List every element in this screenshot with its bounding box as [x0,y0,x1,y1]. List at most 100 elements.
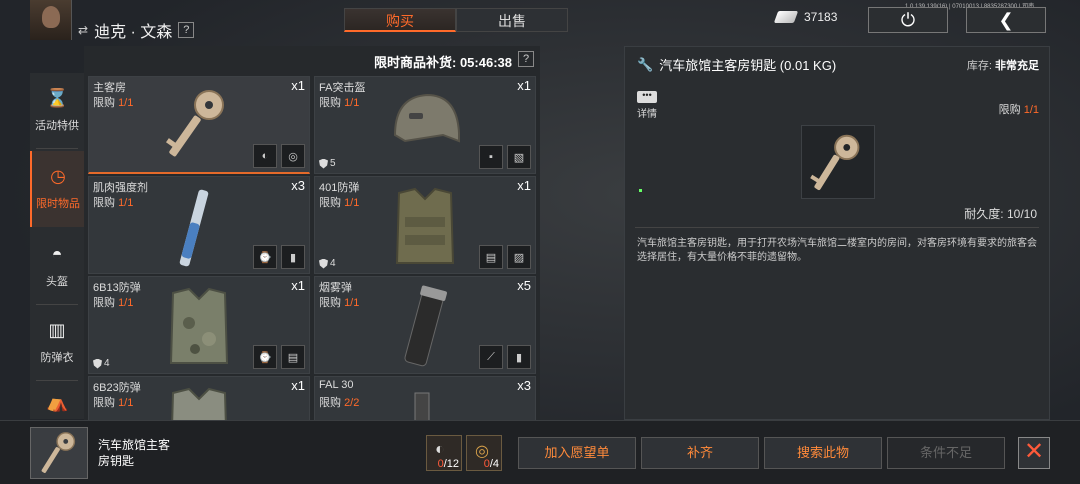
help-icon[interactable]: ? [518,51,534,67]
material-slots: ▪ ▧ [479,145,531,169]
item-qty: x1 [291,378,305,393]
requirement-slot[interactable]: ◎ 0/4 [466,435,502,471]
vest-image [395,187,455,264]
item-qty: x1 [517,78,531,93]
close-icon: ✕ [1023,438,1045,465]
item-qty: x1 [291,78,305,93]
magazine-image [414,392,430,420]
stock-status: 库存: 非常充足 [966,60,1039,72]
item-name: 401防弹 [319,182,360,194]
player-avatar[interactable] [30,0,72,40]
help-icon[interactable]: ? [178,22,195,38]
close-button[interactable]: ✕ [1018,437,1050,469]
item-limit: 限购 1/1 [93,397,134,409]
item-card[interactable]: 6B23防弹 限购 1/1 x1 [88,376,310,420]
durability: 耐久度: 10/10 [964,207,1037,221]
selected-item-name: 汽车旅馆主客房钥匙 [98,438,171,468]
sidebar-item-more[interactable]: ⛺ [30,383,84,419]
add-to-wishlist-button[interactable]: 加入愿望单 [518,437,636,469]
item-card[interactable]: 6B13防弹 限购 1/1 x1 4 ⌚ ▤ [88,276,310,374]
material-icon: ◎ [281,144,305,168]
item-card[interactable]: 主客房 限购 1/1 x1 ◐ ◎ [88,76,310,174]
material-icon: ▧ [507,145,531,169]
tab-sell[interactable]: 出售 [456,8,568,32]
power-button[interactable]: ⏻ [868,7,948,33]
armor-level: 5 [319,158,336,169]
chevron-left-icon: ❮ [998,9,1014,30]
item-name: 烟雾弹 [319,282,352,294]
player-name-row: ⇄ 迪克 · 文森 ? [78,18,195,42]
item-limit: 限购 1/1 [93,97,134,109]
item-qty: x1 [517,178,531,193]
sidebar-item-helmet[interactable]: ◓ 头盔 [30,229,84,305]
item-card[interactable]: 肌肉强度剂 限购 1/1 x3 ⌚ ▮ [88,176,310,274]
material-icon: ◐ [435,441,445,458]
backpack-icon: ⛺ [46,392,69,412]
armor-level: 4 [319,258,336,269]
sidebar-item-limited[interactable]: ◷ 限时物品 [30,151,84,227]
info-button[interactable]: ••• 详情 [637,91,657,120]
clock-icon: ◷ [50,166,66,186]
material-icon: ▨ [507,245,531,269]
key-image [165,90,224,157]
item-detail-panel: 🔧 汽车旅馆主客房钥匙 (0.01 KG) 库存: 非常充足 ••• 详情 限购… [624,46,1050,420]
item-card[interactable]: 烟雾弹 限购 1/1 x5 ⟋ ▮ [314,276,536,374]
bottom-bar: 汽车旅馆主客房钥匙 ◐ 0/12 ◎ 0/4 加入愿望单 补齐 搜索此物 条件不… [0,420,1080,484]
item-description: 汽车旅馆主客房钥匙，用于打开农场汽车旅馆二楼室内的房间，对客房环境有要求的旅客会… [637,238,1037,263]
helmet-image [393,93,460,143]
requirement-slot[interactable]: ◐ 0/12 [426,435,462,471]
search-item-button[interactable]: 搜索此物 [764,437,882,469]
status-dot [639,189,642,192]
item-card[interactable]: FA突击盔 限购 1/1 x1 5 ▪ ▧ [314,76,536,174]
material-icon: ⟋ [479,345,503,369]
power-icon: ⏻ [900,9,916,30]
helmet-icon: ◓ [51,244,63,264]
item-card[interactable]: 401防弹 限购 1/1 x1 4 ▤ ▨ [314,176,536,274]
sidebar-item-vest[interactable]: ▥ 防弹衣 [30,305,84,381]
shield-icon [319,158,328,169]
item-card[interactable]: FAL 30 限购 2/2 x3 [314,376,536,420]
detail-limit: 限购 1/1 [998,104,1039,116]
material-slots: ⌚ ▤ [253,345,305,369]
fill-materials-button[interactable]: 补齐 [641,437,759,469]
player-name: 迪克 · 文森 [94,24,173,41]
item-limit: 限购 1/1 [93,297,134,309]
swap-icon[interactable]: ⇄ [78,23,88,37]
cash-icon [773,11,799,23]
hourglass-icon: ⌛ [46,88,69,108]
item-name: 6B23防弹 [93,382,141,394]
camo-vest-image [169,287,229,364]
material-icon: ▪ [479,145,503,169]
material-icon: ⌚ [253,345,277,369]
wrench-icon: 🔧 [637,56,654,72]
camo-vest-image [171,387,227,420]
sidebar-item-label: 防弹衣 [40,352,74,364]
detail-title-text: 汽车旅馆主客房钥匙 (0.01 KG) [659,58,837,73]
restock-timer: 限时商品补货: 05:46:38 [374,55,512,70]
trade-tabs: 购买 出售 [344,8,568,32]
item-qty: x1 [291,278,305,293]
material-slots: ◐ ◎ [253,144,305,168]
armor-level: 4 [93,358,110,369]
item-limit: 限购 1/1 [319,197,360,209]
material-icon: ▤ [281,345,305,369]
shield-icon [93,358,102,369]
currency-amount: 37183 [804,10,838,24]
divider [635,227,1039,228]
vest-icon: ▥ [48,320,66,340]
material-slots: ⌚ ▮ [253,245,305,269]
currency-display: 37183 [773,10,838,24]
category-sidebar: ⌛ 活动特供 ◷ 限时物品 ◓ 头盔 ▥ 防弹衣 ⛺ [30,73,84,419]
sidebar-item-event[interactable]: ⌛ 活动特供 [30,73,84,149]
item-limit: 限购 1/1 [93,197,134,209]
material-icon: ▮ [281,245,305,269]
item-limit: 限购 1/1 [319,97,360,109]
item-qty: x3 [291,178,305,193]
item-name: 主客房 [93,82,126,94]
back-button[interactable]: ❮ [966,7,1046,33]
sidebar-item-label: 头盔 [46,276,68,288]
item-grid: 主客房 限购 1/1 x1 ◐ ◎ FA突击盔 限购 1/1 x1 5 ▪ ▧ … [88,76,536,420]
key-preview-image [801,125,875,199]
item-name: 6B13防弹 [93,282,141,294]
tab-buy[interactable]: 购买 [344,8,456,32]
